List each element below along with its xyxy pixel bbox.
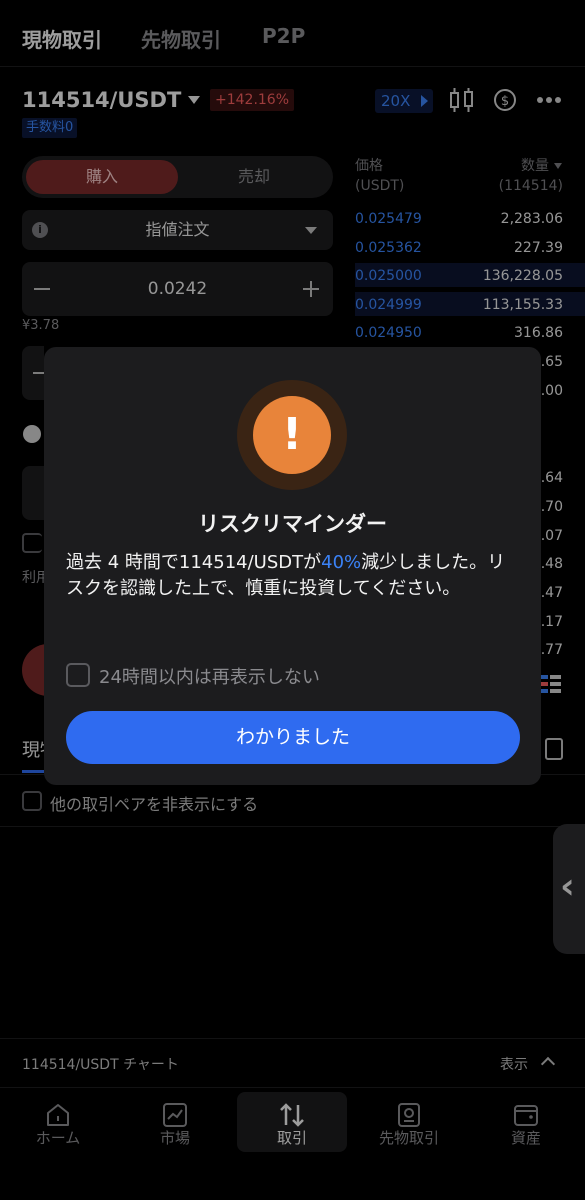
modal-title: リスクリマインダー xyxy=(198,512,387,536)
acknowledge-button[interactable]: わかりました xyxy=(66,711,520,764)
dont-show-label[interactable]: 24時間以内は再表示しない xyxy=(99,663,320,689)
exclamation-icon: ! xyxy=(253,396,331,474)
modal-body-highlight: 40% xyxy=(321,552,362,573)
dont-show-checkbox[interactable] xyxy=(66,663,90,687)
modal-body-pre: 過去 4 時間で114514/USDTが xyxy=(66,552,322,573)
modal-body: 過去 4 時間で114514/USDTが40%減少しました。リスクを認識した上で… xyxy=(66,550,520,602)
